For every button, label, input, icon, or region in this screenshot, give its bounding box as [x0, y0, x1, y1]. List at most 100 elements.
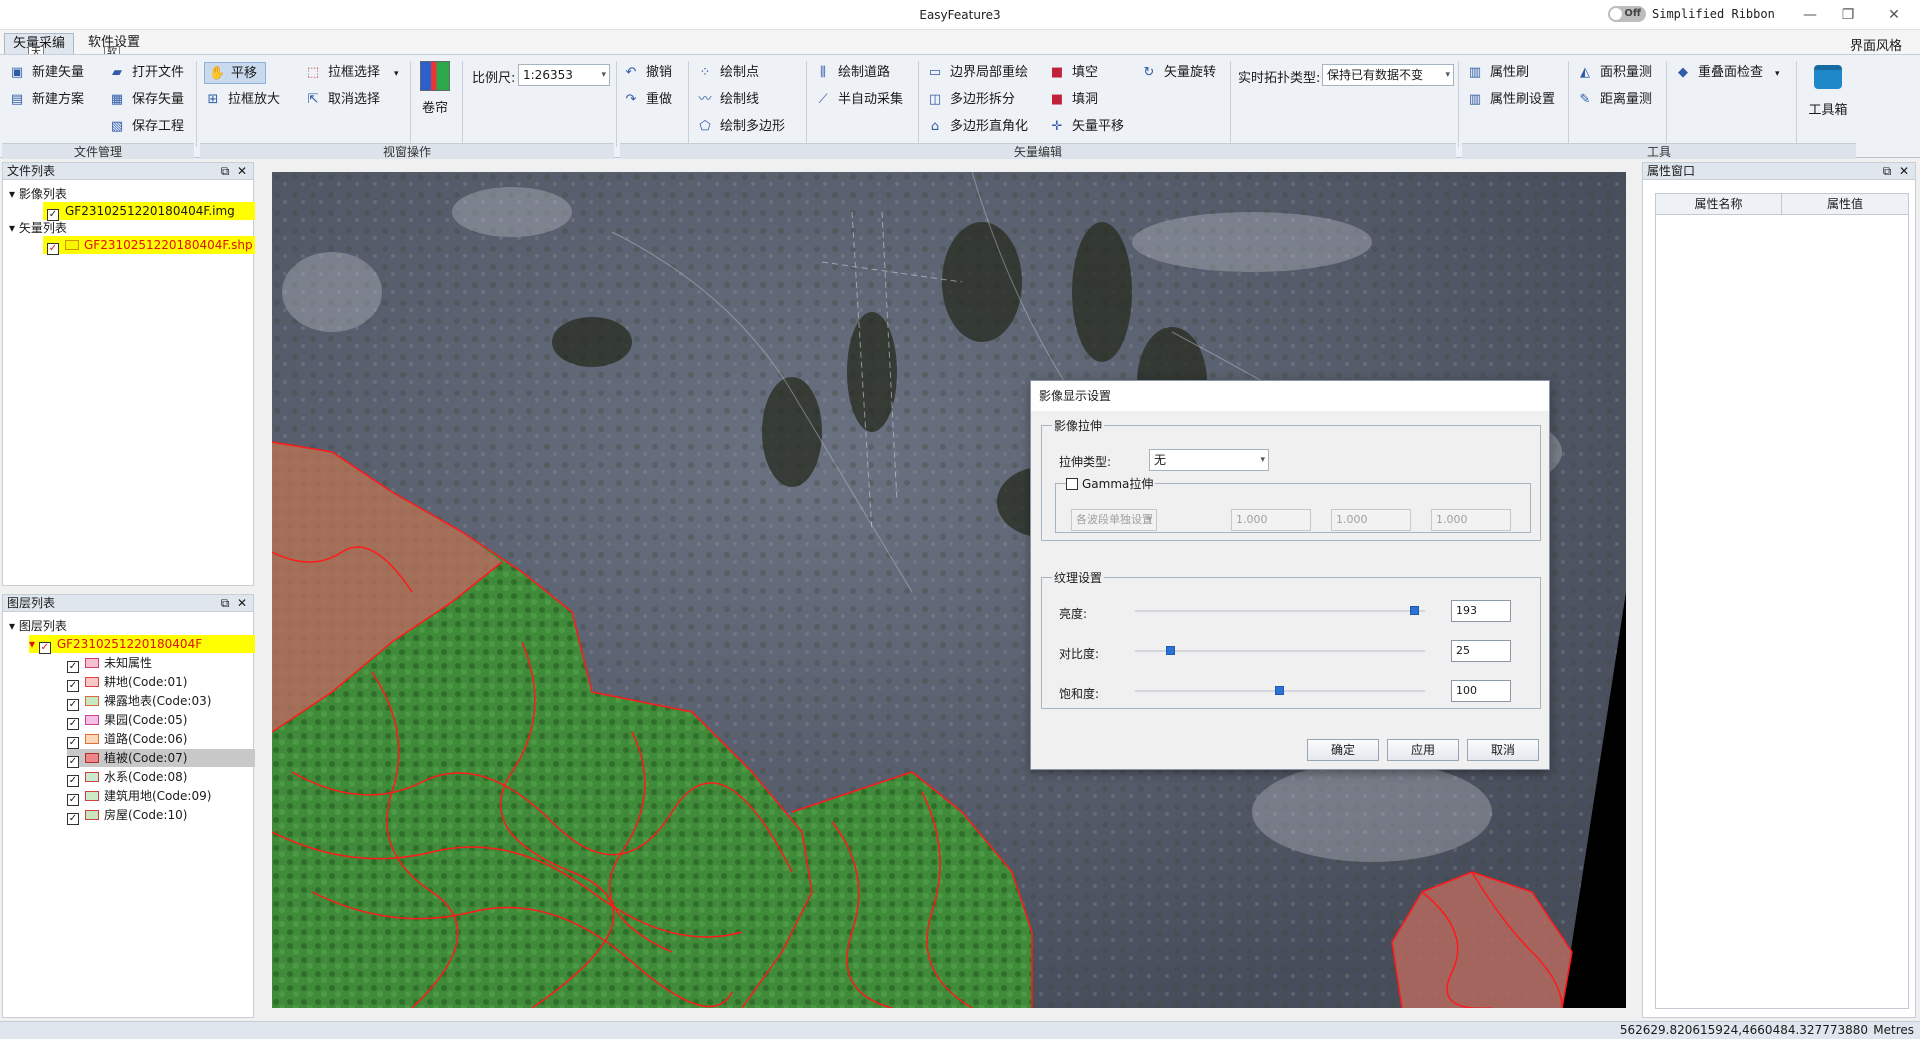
fill-button[interactable]: ■ 填空	[1050, 62, 1098, 84]
restore-icon[interactable]: ❐	[1828, 4, 1868, 26]
tree-node-layer-root[interactable]: ▾ 图层列表	[9, 617, 67, 635]
attr-brush-settings-button[interactable]: ▥ 属性刷设置	[1468, 89, 1555, 111]
ui-style-menu[interactable]: 界面风格	[1850, 35, 1902, 54]
pin-icon[interactable]: ⧉	[221, 596, 230, 610]
checkbox[interactable]: ✓	[67, 756, 79, 768]
close-icon[interactable]: ✕	[1899, 164, 1909, 178]
column-header-name[interactable]: 属性名称	[1656, 194, 1782, 214]
layer-item-label: 道路(Code:06)	[104, 732, 188, 746]
scale-combo[interactable]: 1:26353 ▾	[518, 64, 610, 86]
curtain-icon	[420, 61, 450, 91]
semi-auto-button[interactable]: ⟋ 半自动采集	[816, 89, 903, 111]
close-icon[interactable]: ✕	[1874, 4, 1914, 26]
column-header-value[interactable]: 属性值	[1782, 194, 1908, 214]
checkbox[interactable]: ✓	[67, 718, 79, 730]
save-project-button[interactable]: ▧ 保存工程	[110, 116, 184, 138]
attr-brush-button[interactable]: ▥ 属性刷	[1468, 62, 1529, 84]
new-vector-button[interactable]: ▣ 新建矢量	[10, 62, 84, 84]
curtain-button[interactable]: 卷帘	[414, 61, 456, 116]
redo-button[interactable]: ↷ 重做	[624, 89, 672, 111]
layer-item[interactable]: ✓ 果园(Code:05)	[67, 711, 255, 730]
tree-node-vector-group[interactable]: ▾ 矢量列表	[9, 219, 67, 237]
layer-item[interactable]: ✓ 建筑用地(Code:09)	[67, 787, 255, 806]
boundary-redraw-button[interactable]: ▭ 边界局部重绘	[928, 62, 1028, 84]
area-measure-icon: ◭	[1580, 65, 1590, 80]
distance-measure-button[interactable]: ✎ 距离量测	[1578, 89, 1652, 111]
pan-button[interactable]: ✋ 平移	[204, 62, 267, 84]
undo-button[interactable]: ↶ 撤销	[624, 62, 672, 84]
close-icon[interactable]: ✕	[237, 596, 247, 610]
gamma-input-2[interactable]: 1.000	[1331, 509, 1411, 531]
gamma-checkbox[interactable]	[1066, 478, 1078, 490]
polygon-right-angle-button[interactable]: ⌂ 多边形直角化	[928, 116, 1028, 138]
apply-button[interactable]: 应用	[1387, 739, 1459, 761]
ok-button[interactable]: 确定	[1307, 739, 1379, 761]
attribute-table-body[interactable]	[1655, 215, 1909, 1009]
draw-polygon-button[interactable]: ⬠ 绘制多边形	[698, 116, 785, 138]
open-file-button[interactable]: ▰ 打开文件	[110, 62, 184, 84]
layer-item-label: 建筑用地(Code:09)	[104, 789, 212, 803]
layer-item[interactable]: ✓ 水系(Code:08)	[67, 768, 255, 787]
checkbox[interactable]: ✓	[67, 775, 79, 787]
brightness-slider-thumb[interactable]	[1409, 606, 1419, 615]
image-file-item[interactable]: ✓ GF2310251220180404F.img	[43, 202, 255, 221]
box-zoom-button[interactable]: ⊞ 拉框放大	[206, 89, 280, 111]
fill-hole-button[interactable]: ■ 填洞	[1050, 89, 1098, 111]
checkbox[interactable]: ✓	[47, 243, 59, 255]
draw-road-button[interactable]: ⫼ 绘制道路	[816, 62, 890, 84]
band-mode-select[interactable]: 各波段单独设置 ▾	[1071, 509, 1157, 531]
ribbon-toggle[interactable]: Off	[1608, 6, 1646, 22]
checkbox[interactable]: ✓	[67, 680, 79, 692]
area-measure-button[interactable]: ◭ 面积量测	[1578, 62, 1652, 84]
chevron-down-icon: ▾	[1445, 70, 1450, 80]
checkbox[interactable]: ✓	[67, 699, 79, 711]
layer-item[interactable]: ✓ 房屋(Code:10)	[67, 806, 255, 825]
layer-item[interactable]: ✓ 未知属性	[67, 654, 255, 673]
stretch-type-select[interactable]: 无 ▾	[1149, 449, 1269, 471]
box-select-button[interactable]: ⬚ 拉框选择 ▾	[306, 62, 399, 84]
contrast-input[interactable]: 25	[1451, 640, 1511, 662]
cancel-select-button[interactable]: ⇱ 取消选择	[306, 89, 380, 111]
overlap-check-button[interactable]: ◆ 重叠面检查 ▾	[1676, 62, 1780, 84]
checkbox[interactable]: ✓	[67, 794, 79, 806]
brightness-slider[interactable]	[1135, 610, 1425, 612]
checkbox[interactable]: ✓	[67, 737, 79, 749]
save-vector-button[interactable]: ▦ 保存矢量	[110, 89, 184, 111]
layer-swatch	[85, 791, 99, 801]
vector-file-item[interactable]: ✓ GF2310251220180404F.shp	[43, 236, 255, 255]
toolbox-button[interactable]: 工具箱	[1802, 65, 1854, 118]
hand-icon: ✋	[209, 66, 226, 81]
layer-item[interactable]: ✓ 道路(Code:06)	[67, 730, 255, 749]
layer-item[interactable]: ✓ 植被(Code:07)	[67, 749, 255, 768]
new-plan-button[interactable]: ▤ 新建方案	[10, 89, 84, 111]
pin-icon[interactable]: ⧉	[221, 164, 230, 178]
draw-line-button[interactable]: 〰绘制线	[698, 89, 759, 111]
cancel-button[interactable]: 取消	[1467, 739, 1539, 761]
contrast-slider[interactable]	[1135, 650, 1425, 652]
layer-item[interactable]: ✓ 耕地(Code:01)	[67, 673, 255, 692]
checkbox[interactable]: ✓	[38, 642, 51, 654]
saturation-slider-thumb[interactable]	[1275, 686, 1284, 695]
texture-group-label: 纹理设置	[1054, 571, 1103, 585]
saturation-input[interactable]: 100	[1451, 680, 1511, 702]
draw-point-button[interactable]: ⁘ 绘制点	[698, 62, 759, 84]
vector-pan-button[interactable]: ✛ 矢量平移	[1050, 116, 1124, 138]
topo-combo[interactable]: 保持已有数据不变 ▾	[1322, 64, 1454, 86]
layer-item[interactable]: ✓ 裸露地表(Code:03)	[67, 692, 255, 711]
polygon-split-button[interactable]: ◫ 多边形拆分	[928, 89, 1015, 111]
panel-header: 属性窗口 ⧉ ✕	[1643, 163, 1915, 180]
vector-rotate-button[interactable]: ↻ 矢量旋转	[1142, 62, 1216, 84]
layer-node[interactable]: ▾ ✓ GF2310251220180404F	[29, 635, 255, 654]
checkbox[interactable]: ✓	[67, 813, 79, 825]
checkbox[interactable]: ✓	[67, 661, 79, 673]
gamma-input-3[interactable]: 1.000	[1431, 509, 1511, 531]
close-icon[interactable]: ✕	[237, 164, 247, 178]
minimize-icon[interactable]: —	[1790, 4, 1830, 26]
brightness-input[interactable]: 193	[1451, 600, 1511, 622]
layer-item-label: 房屋(Code:10)	[104, 808, 188, 822]
pin-icon[interactable]: ⧉	[1883, 164, 1892, 178]
contrast-slider-thumb[interactable]	[1166, 646, 1176, 655]
tree-node-image-group[interactable]: ▾ 影像列表	[9, 185, 67, 203]
layer-item-label: 植被(Code:07)	[104, 751, 188, 765]
gamma-input-1[interactable]: 1.000	[1231, 509, 1311, 531]
